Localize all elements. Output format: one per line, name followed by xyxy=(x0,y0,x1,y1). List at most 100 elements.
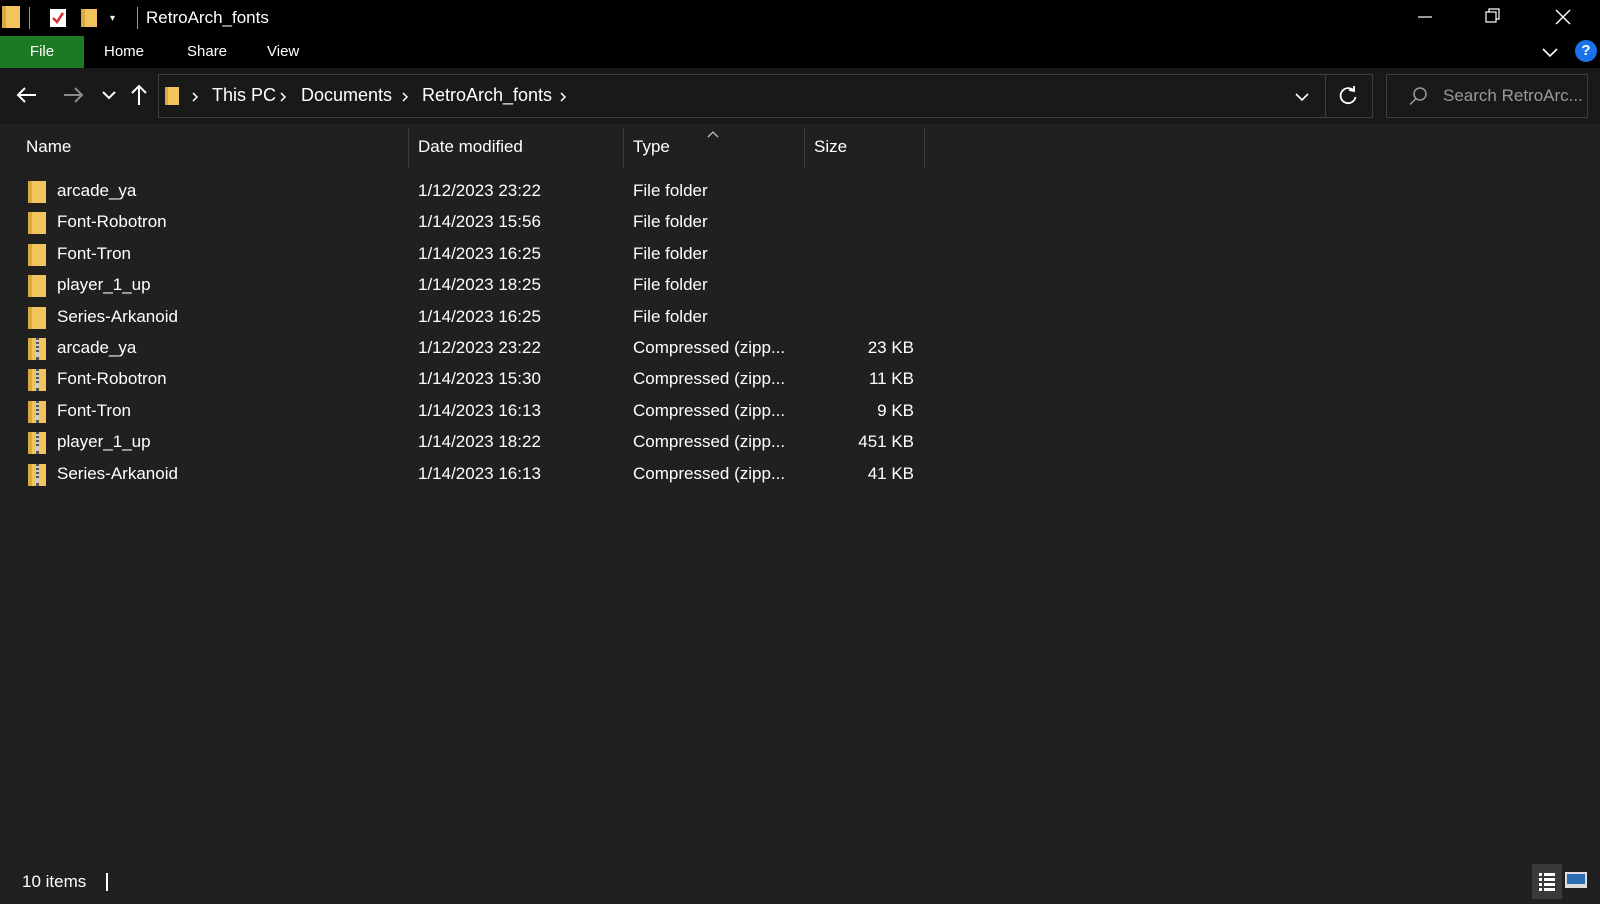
file-name: Font-Tron xyxy=(57,243,132,263)
file-name: arcade_ya xyxy=(57,338,137,357)
details-view-icon xyxy=(1539,873,1555,891)
large-icons-view-button[interactable] xyxy=(1564,870,1588,892)
zip-folder-icon xyxy=(28,463,46,486)
column-divider[interactable] xyxy=(924,128,925,168)
expand-ribbon-chevron-icon[interactable] xyxy=(1541,43,1559,61)
navigation-bar: This PC Documents RetroArch_fonts xyxy=(0,68,1600,124)
breadcrumb-separator-icon[interactable] xyxy=(399,89,411,105)
file-name: player_1_up xyxy=(57,432,151,452)
sort-ascending-icon xyxy=(707,131,719,138)
file-row[interactable]: Font-Robotron 1/14/2023 15:30 Compressed (… xyxy=(0,364,930,396)
file-name: Series-Arkanoid xyxy=(57,306,178,326)
file-list: Name Date modified Type Size arcade_ya 1/… xyxy=(0,124,1600,864)
column-header-date-modified[interactable]: Date modified xyxy=(418,128,523,166)
file-type: Compressed (zipp... xyxy=(633,463,786,483)
breadcrumb-separator-icon[interactable] xyxy=(277,89,289,105)
ribbon-tabs: File Home Share View ? xyxy=(0,36,1600,68)
column-header-size[interactable]: Size xyxy=(814,128,847,166)
file-type: File folder xyxy=(633,181,708,200)
breadcrumb-separator-icon[interactable] xyxy=(189,89,201,105)
new-folder-icon[interactable] xyxy=(81,9,97,27)
file-row[interactable]: arcade_ya 1/12/2023 23:22 File folder xyxy=(0,176,930,208)
breadcrumb-this-pc[interactable]: This PC xyxy=(212,85,276,106)
column-header-name[interactable]: Name xyxy=(26,128,71,166)
refresh-icon[interactable] xyxy=(1337,85,1359,107)
file-row[interactable]: Font-Robotron 1/14/2023 15:56 File folder xyxy=(0,207,930,239)
file-date-modified: 1/12/2023 23:22 xyxy=(418,338,541,357)
column-divider[interactable] xyxy=(408,128,409,168)
search-box[interactable] xyxy=(1386,74,1588,118)
folder-icon xyxy=(28,306,46,329)
restore-button[interactable] xyxy=(1470,0,1516,36)
folder-icon xyxy=(165,87,179,105)
file-type: File folder xyxy=(633,275,708,295)
file-date-modified: 1/14/2023 15:56 xyxy=(418,212,541,232)
quick-access-separator xyxy=(137,7,138,29)
title-bar: ▾ RetroArch_fonts xyxy=(0,0,1600,36)
file-date-modified: 1/14/2023 16:13 xyxy=(418,463,541,483)
breadcrumb-retroarch-fonts[interactable]: RetroArch_fonts xyxy=(422,85,552,106)
file-row[interactable]: player_1_up 1/14/2023 18:22 Compressed (zi… xyxy=(0,427,930,459)
close-button[interactable] xyxy=(1540,0,1586,36)
recent-locations-chevron-icon[interactable] xyxy=(96,82,122,108)
file-row[interactable]: player_1_up 1/14/2023 18:25 File folder xyxy=(0,270,930,302)
status-bar: 10 items xyxy=(0,864,1600,899)
file-size: 23 KB xyxy=(867,338,914,357)
zip-folder-icon xyxy=(28,338,46,360)
file-type: File folder xyxy=(633,212,708,232)
zip-folder-icon xyxy=(28,432,46,455)
folder-icon xyxy=(28,212,46,235)
address-history-chevron-icon[interactable] xyxy=(1293,87,1311,107)
file-row[interactable]: Series-Arkanoid 1/14/2023 16:13 Compressed… xyxy=(0,459,930,491)
breadcrumb-documents[interactable]: Documents xyxy=(301,85,392,106)
file-row[interactable]: Font-Tron 1/14/2023 16:13 Compressed (zipp… xyxy=(0,396,930,428)
file-date-modified: 1/14/2023 16:25 xyxy=(418,243,541,263)
details-view-button[interactable] xyxy=(1532,864,1562,899)
item-count: 10 items xyxy=(22,872,87,891)
tab-file[interactable]: File xyxy=(0,36,84,68)
file-type: Compressed (zipp... xyxy=(633,338,786,357)
quick-access-dropdown-icon[interactable]: ▾ xyxy=(110,13,115,24)
file-row[interactable]: Font-Tron 1/14/2023 16:25 File folder xyxy=(0,239,930,271)
file-date-modified: 1/14/2023 18:22 xyxy=(418,432,541,452)
quick-access-separator xyxy=(29,7,30,29)
file-name: Font-Tron xyxy=(57,400,132,420)
breadcrumb-separator-icon[interactable] xyxy=(557,89,569,105)
file-row[interactable]: arcade_ya 1/12/2023 23:22 Compressed (zipp… xyxy=(0,333,930,365)
forward-arrow-icon[interactable] xyxy=(60,82,86,108)
minimize-button[interactable] xyxy=(1402,0,1448,36)
tab-share[interactable]: Share xyxy=(187,36,227,68)
tab-home[interactable]: Home xyxy=(104,36,144,68)
window-title: RetroArch_fonts xyxy=(146,8,269,27)
address-divider xyxy=(1325,75,1326,117)
file-size: 9 KB xyxy=(877,400,914,420)
zip-folder-icon xyxy=(28,369,46,392)
file-row[interactable]: Series-Arkanoid 1/14/2023 16:25 File folde… xyxy=(0,302,930,334)
file-name: player_1_up xyxy=(57,275,151,295)
properties-icon[interactable] xyxy=(49,8,67,28)
help-button[interactable]: ? xyxy=(1575,40,1597,62)
back-arrow-icon[interactable] xyxy=(14,82,40,108)
file-type: Compressed (zipp... xyxy=(633,400,786,420)
file-name: Series-Arkanoid xyxy=(57,463,178,483)
file-date-modified: 1/14/2023 16:25 xyxy=(418,306,541,326)
file-size: 451 KB xyxy=(858,432,914,452)
search-input[interactable] xyxy=(1443,85,1585,107)
file-date-modified: 1/14/2023 16:13 xyxy=(418,400,541,420)
text-cursor xyxy=(106,873,108,891)
file-name: Font-Robotron xyxy=(57,212,167,232)
address-bar[interactable]: This PC Documents RetroArch_fonts xyxy=(158,74,1373,118)
search-icon xyxy=(1409,87,1427,106)
zip-folder-icon xyxy=(28,400,46,423)
file-name: Font-Robotron xyxy=(57,369,167,389)
file-type: File folder xyxy=(633,306,708,326)
folder-icon xyxy=(28,275,46,298)
folder-icon xyxy=(2,6,20,28)
column-divider[interactable] xyxy=(804,128,805,168)
tab-view[interactable]: View xyxy=(267,36,299,68)
up-arrow-icon[interactable] xyxy=(126,82,152,108)
column-header-type[interactable]: Type xyxy=(633,128,670,166)
folder-icon xyxy=(28,243,46,266)
file-size: 11 KB xyxy=(868,369,914,389)
column-divider[interactable] xyxy=(623,128,624,168)
